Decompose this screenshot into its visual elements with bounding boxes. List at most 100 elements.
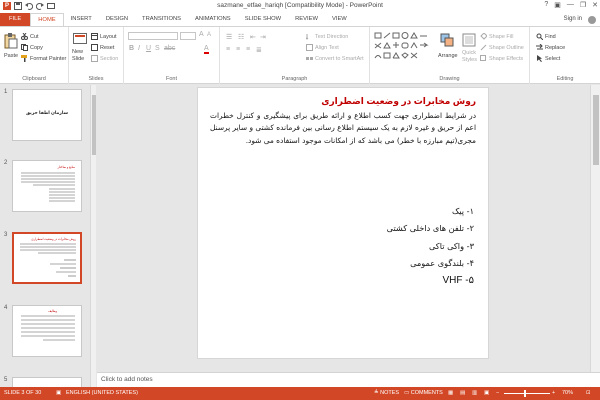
slide-thumbnail-pane: 1 سازمان اطفا حریق 2 منابع و ساختار 3 رو… [0,85,96,389]
slide-title[interactable]: روش مخابرات در وضعیت اضطراری [321,96,476,107]
drawing-group: Arrange Quick Styles Shape Fill Shape Out… [370,27,530,84]
tab-view[interactable]: VIEW [325,13,354,26]
slide-thumbnail[interactable]: سازمان اطفا حریق [12,89,82,141]
thumbnail-text-lines [20,243,76,277]
tab-file[interactable]: FILE [0,13,31,26]
sign-in-link[interactable]: Sign in [564,13,582,26]
font-color-icon[interactable]: A [204,45,209,54]
slide-list[interactable]: ۱- پیک ۲- تلفن های داخلی کشتی ۳- واکی تا… [387,203,474,289]
minimize-button[interactable]: — [567,1,574,9]
bullets-icon[interactable]: ☰ [226,33,232,41]
zoom-slider-thumb[interactable] [524,390,526,397]
slide-scrollbar[interactable] [590,85,600,372]
strikethrough-icon[interactable]: abc [164,45,175,52]
shape-outline-button[interactable]: Shape Outline [480,44,524,51]
text-direction-button[interactable]: Text Direction [305,33,348,40]
cut-button[interactable]: Cut [21,32,39,40]
reading-view-icon[interactable]: ▥ [472,387,477,400]
italic-icon[interactable]: I [138,45,140,52]
zoom-in-icon[interactable]: + [552,387,555,400]
ribbon-display-icon[interactable]: ▣ [554,1,561,9]
reset-icon [91,44,98,51]
spelling-icon[interactable]: ▣ [56,387,61,400]
tab-home[interactable]: HOME [30,13,64,26]
ribbon: Paste Cut Copy Format Painter Clipboard … [0,26,600,84]
zoom-out-icon[interactable]: − [496,387,499,400]
numbering-icon[interactable]: ☷ [238,33,244,41]
thumbnail-scrollbar-thumb[interactable] [92,95,96,155]
format-painter-button[interactable]: Format Painter [21,55,66,62]
tab-animations[interactable]: ANIMATIONS [188,13,238,26]
slide-sorter-icon[interactable]: ▤ [460,387,465,400]
shape-fill-button[interactable]: Shape Fill [480,32,513,40]
close-button[interactable]: ✕ [592,1,598,9]
user-avatar-icon[interactable] [588,16,596,24]
font-size-input[interactable] [180,32,196,40]
zoom-level[interactable]: 70% [562,387,573,400]
paste-icon[interactable] [4,33,18,49]
tab-slide-show[interactable]: SLIDE SHOW [238,13,288,26]
slide-scrollbar-thumb[interactable] [593,95,599,165]
underline-icon[interactable]: U [146,45,151,52]
thumbnail-scrollbar[interactable] [90,85,96,387]
help-button[interactable]: ? [544,1,548,9]
decrease-indent-icon[interactable]: ⇤ [250,33,256,41]
paste-button[interactable]: Paste [4,53,18,59]
fit-to-window-icon[interactable]: ⊡ [586,387,591,400]
tab-transitions[interactable]: TRANSITIONS [135,13,188,26]
thumbnail-number: 5 [4,377,8,383]
section-button[interactable]: Section [91,55,118,62]
clipboard-group: Paste Cut Copy Format Painter Clipboard [0,27,69,84]
tab-design[interactable]: DESIGN [99,13,135,26]
restore-button[interactable]: ❐ [580,1,586,9]
arrange-button[interactable]: Arrange [438,53,458,59]
shadow-icon[interactable]: S [155,45,160,52]
arrange-icon[interactable] [440,33,454,47]
align-left-icon[interactable]: ≡ [226,46,230,53]
grow-font-icon[interactable]: A [199,31,204,38]
shapes-gallery[interactable] [374,32,436,62]
shape-effects-button[interactable]: Shape Effects [480,55,523,62]
align-text-button[interactable]: Align Text [306,44,339,51]
copy-button[interactable]: Copy [21,44,43,51]
slide-body-text[interactable]: در شرایط اضطراری جهت کسب اطلاع و ارائه ط… [210,110,476,147]
font-name-input[interactable] [128,32,178,40]
scissors-icon [21,32,28,40]
justify-icon[interactable]: ≣ [256,46,262,54]
section-icon [91,55,98,62]
editing-group-label: Editing [556,76,574,82]
tab-insert[interactable]: INSERT [64,13,99,26]
shrink-font-icon[interactable]: A [207,32,211,38]
align-right-icon[interactable]: ≡ [246,46,250,53]
normal-view-icon[interactable]: ▦ [448,387,453,400]
quick-styles-icon[interactable] [462,33,476,47]
tab-review[interactable]: REVIEW [288,13,325,26]
paragraph-group: ☰ ☷ ⇤ ⇥ ≡ ≡ ≡ ≣ Text Direction Align Tex… [220,27,370,84]
comments-button[interactable]: ▭ COMMENTS [404,387,443,400]
quick-styles-button[interactable]: Quick Styles [462,50,477,64]
convert-to-smartart-button[interactable]: Convert to SmartArt [306,55,364,62]
align-center-icon[interactable]: ≡ [236,46,240,53]
window-title: sazmane_etfae_hariqh [Compatibility Mode… [217,2,383,9]
language-indicator[interactable]: ENGLISH (UNITED STATES) [66,387,138,400]
increase-indent-icon[interactable]: ⇥ [260,33,266,41]
status-bar: SLIDE 3 OF 30 ▣ ENGLISH (UNITED STATES) … [0,387,600,400]
reset-button[interactable]: Reset [91,44,114,51]
slide-thumbnail-selected[interactable]: روش مخابرات در وضعیت اضطراری [12,232,82,284]
layout-icon [91,33,98,40]
new-slide-button[interactable]: New Slide [72,49,84,63]
zoom-slider[interactable] [504,393,550,394]
select-button[interactable]: Select [536,55,560,62]
current-slide[interactable]: روش مخابرات در وضعیت اضطراری در شرایط اض… [197,87,489,359]
find-button[interactable]: Find [536,33,556,41]
replace-button[interactable]: Replace [536,43,565,51]
bold-icon[interactable]: B [129,45,134,52]
slide-thumbnail[interactable]: منابع و ساختار [12,160,82,212]
layout-button[interactable]: Layout [91,33,117,40]
notes-pane[interactable]: Click to add notes [97,372,600,387]
slide-thumbnail[interactable]: وظایف [12,305,82,357]
notes-button[interactable]: ≜ NOTES [374,387,399,400]
title-bar: P sazmane_etfae_hariqh [Compatibility Mo… [0,0,600,13]
new-slide-icon[interactable] [73,32,87,46]
slideshow-icon[interactable]: ▣ [484,387,489,400]
